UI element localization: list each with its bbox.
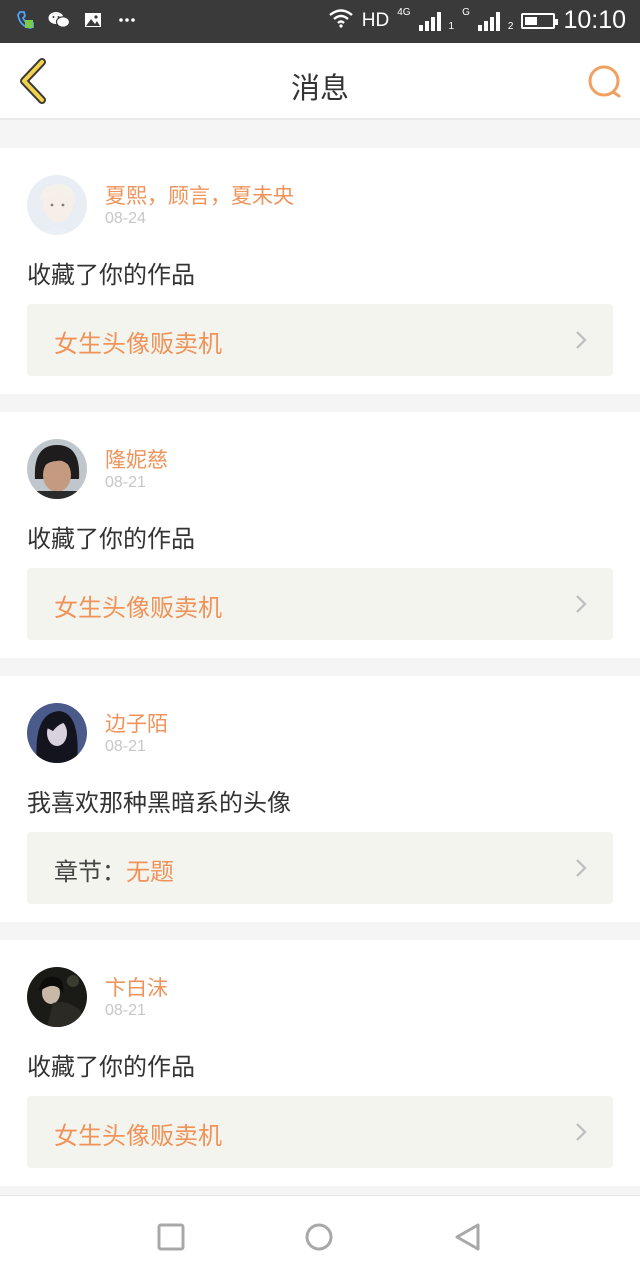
- work-link[interactable]: 女生头像贩卖机: [27, 568, 613, 640]
- circle-home-icon: [305, 1223, 333, 1251]
- sender-name[interactable]: 隆妮慈: [105, 444, 168, 474]
- header-bar: 消息: [0, 43, 640, 120]
- notification-date: 08-21: [105, 738, 146, 755]
- network-4g-label: 4G: [397, 7, 411, 18]
- notification-message: 收藏了你的作品: [27, 525, 195, 553]
- search-icon: [588, 65, 621, 98]
- chapter-link[interactable]: 章节：无题: [27, 832, 613, 904]
- nav-back-button[interactable]: [452, 1220, 482, 1254]
- hd-label: HD: [361, 9, 390, 31]
- gallery-icon: [82, 9, 104, 31]
- chevron-right-icon: [576, 859, 587, 877]
- notification-card: 夏熙，顾言，夏未央 08-24 收藏了你的作品 女生头像贩卖机: [0, 148, 640, 394]
- home-button[interactable]: [304, 1220, 334, 1254]
- avatar[interactable]: [27, 439, 87, 499]
- link-prefix: 章节：: [54, 858, 126, 886]
- avatar[interactable]: [27, 703, 87, 763]
- clock: 10:10: [563, 6, 626, 34]
- notification-date: 08-21: [105, 474, 146, 491]
- avatar[interactable]: [27, 175, 87, 235]
- network-g-label: G: [462, 7, 470, 18]
- wifi-icon: [328, 8, 354, 33]
- battery-icon: [521, 12, 559, 29]
- link-title: 无题: [126, 858, 174, 886]
- sender-name[interactable]: 卞白沫: [105, 972, 168, 1002]
- more-dots-icon: [116, 9, 138, 31]
- sim2-label: 2: [507, 21, 514, 32]
- sender-name[interactable]: 夏熙，顾言，夏未央: [105, 180, 294, 210]
- notification-date: 08-24: [105, 210, 146, 227]
- page-title: 消息: [290, 71, 349, 105]
- signal-bars-sim1-icon: [418, 11, 441, 31]
- sender-name[interactable]: 边子陌: [105, 708, 168, 738]
- sim1-label: 1: [448, 21, 455, 32]
- work-link[interactable]: 女生头像贩卖机: [27, 1096, 613, 1168]
- link-title: 女生头像贩卖机: [54, 594, 222, 622]
- avatar[interactable]: [27, 967, 87, 1027]
- link-title: 女生头像贩卖机: [54, 330, 222, 358]
- recent-apps-button[interactable]: [156, 1220, 186, 1254]
- system-nav-bar: [0, 1195, 640, 1281]
- link-title: 女生头像贩卖机: [54, 1122, 222, 1150]
- notification-card: 隆妮慈 08-21 收藏了你的作品 女生头像贩卖机: [0, 412, 640, 658]
- work-link[interactable]: 女生头像贩卖机: [27, 304, 613, 376]
- notification-card: 边子陌 08-21 我喜欢那种黑暗系的头像 章节：无题: [0, 676, 640, 922]
- search-button[interactable]: [586, 63, 624, 101]
- phone-app-icon: [14, 9, 36, 31]
- notification-message: 收藏了你的作品: [27, 261, 195, 289]
- chevron-right-icon: [576, 595, 587, 613]
- triangle-back-icon: [455, 1223, 480, 1251]
- notification-date: 08-21: [105, 1002, 146, 1019]
- status-bar: HD 4G 1 G 2 10:10: [0, 0, 640, 43]
- wechat-icon: [48, 9, 70, 31]
- chevron-right-icon: [576, 331, 587, 349]
- square-recent-icon: [157, 1223, 185, 1251]
- notification-card: 卞白沫 08-21 收藏了你的作品 女生头像贩卖机: [0, 940, 640, 1186]
- notification-message: 我喜欢那种黑暗系的头像: [27, 789, 291, 817]
- chevron-right-icon: [576, 1123, 587, 1141]
- signal-bars-sim2-icon: [477, 11, 500, 31]
- notification-message: 收藏了你的作品: [27, 1053, 195, 1081]
